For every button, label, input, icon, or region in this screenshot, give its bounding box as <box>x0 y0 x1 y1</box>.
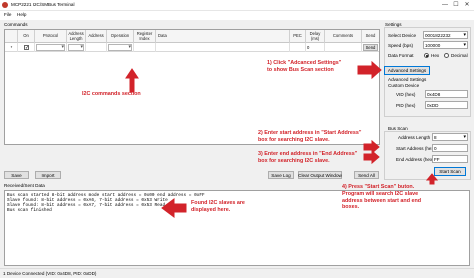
arrow-right-end <box>363 149 380 165</box>
annotation-found: Found I2C slaves are displayed here. <box>191 200 245 214</box>
annotation-step3: 3) Enter end address in "End Address" bo… <box>258 151 357 165</box>
annotation-line: boxes. <box>342 204 360 211</box>
annotation-step2: 2) Enter start address in "Start Address… <box>258 130 361 144</box>
arrow-left-log <box>161 198 187 218</box>
arrow-up-commands <box>125 68 139 93</box>
annotation-line: Program will search I2C slave <box>342 190 419 197</box>
annotation-line: 1) Click "Adcanced Settings" <box>267 60 342 66</box>
annotation-line: box for searching I2C slave. <box>258 157 330 164</box>
annotation-step1: 1) Click "Adcanced Settings" to show Bus… <box>267 60 341 74</box>
annotation-arrows <box>125 60 439 218</box>
annotation-line: Found I2C slaves are <box>191 200 245 206</box>
annotation-step4: 4) Press "Start Scan" buton. Program wil… <box>342 184 421 211</box>
annotation-line: to show Bus Scan section <box>267 66 334 73</box>
annotation-line: address between start and end <box>342 197 422 204</box>
annotation-commands-section: I2C commands section <box>82 91 141 97</box>
annotation-line: 3) Enter end address in "End Address" <box>258 151 358 157</box>
annotation-line: 4) Press "Start Scan" buton. <box>342 184 415 190</box>
arrow-up-start-scan <box>425 173 439 185</box>
annotation-line: 2) Enter start address in "Start Address… <box>258 130 362 136</box>
arrow-right-advanced <box>357 60 382 80</box>
annotation-line: displayed here. <box>191 206 231 213</box>
annotation-line: box for searching I2C slave. <box>258 136 330 143</box>
